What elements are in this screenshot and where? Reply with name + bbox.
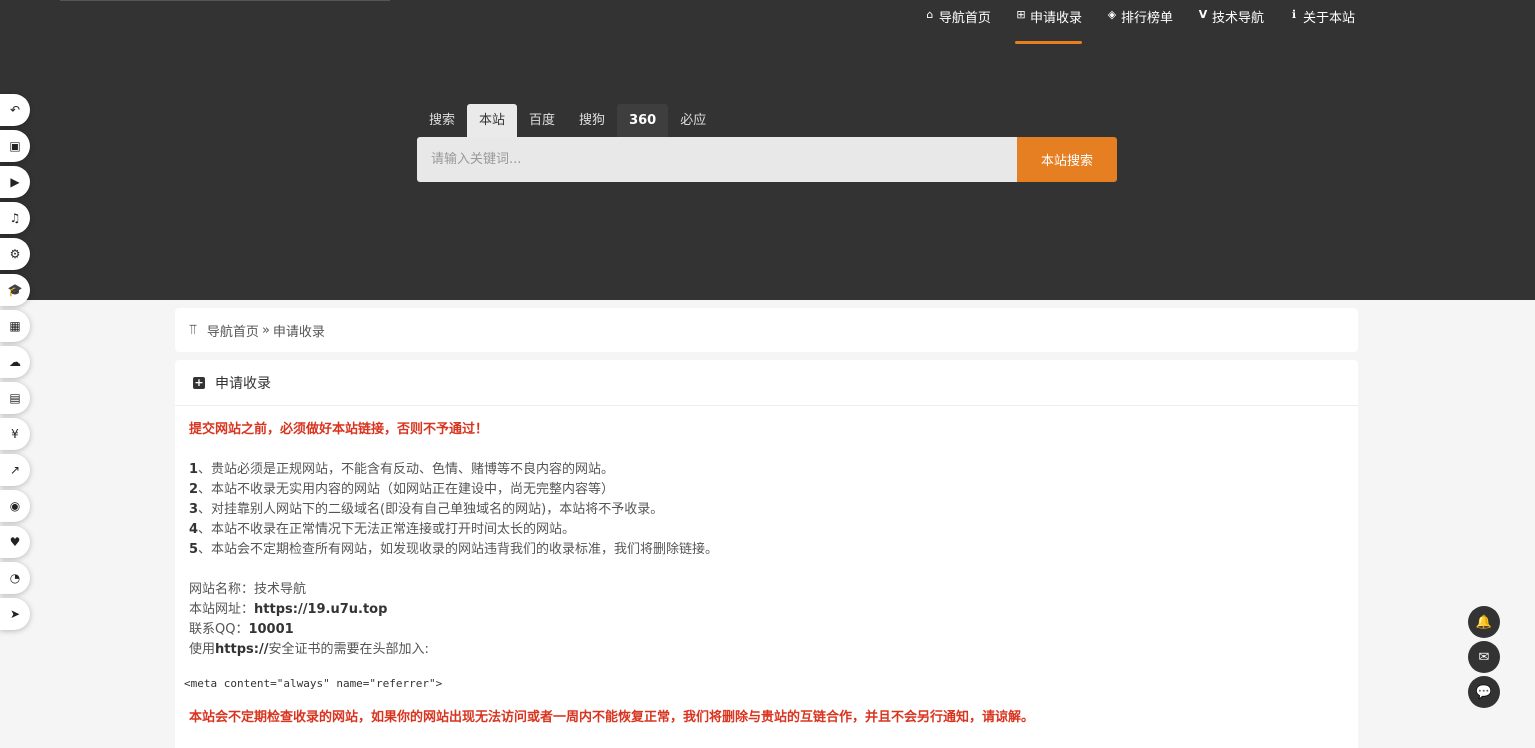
https-note-line: 使用https://安全证书的需要在头部加入: xyxy=(189,640,1344,660)
ranking-icon: ◈ xyxy=(1107,8,1117,21)
rule-number: 2 xyxy=(189,482,199,497)
qq-label: 联系QQ： xyxy=(189,622,249,637)
edge-browser-icon[interactable]: ◔ xyxy=(0,562,30,594)
card-body: 提交网站之前，必须做好本站链接，否则不予通过！ 1、贵站必须是正规网站，不能含有… xyxy=(175,406,1358,728)
search-engine-tabs: 搜索 本站 百度 搜狗 360 必应 xyxy=(417,104,718,137)
grid-icon[interactable]: ▦ xyxy=(0,310,30,342)
undo-icon[interactable]: ↶ xyxy=(0,94,30,126)
meta-code-snippet: <meta content="always" name="referrer"> xyxy=(184,677,443,690)
submission-card: + 申请收录 提交网站之前，必须做好本站链接，否则不予通过！ 1、贵站必须是正规… xyxy=(175,360,1358,748)
search-box: 本站搜索 xyxy=(417,137,1117,182)
https-suffix: 安全证书的需要在头部加入: xyxy=(268,642,429,657)
tab-search[interactable]: 搜索 xyxy=(417,104,467,137)
rule-item: 2、本站不收录无实用内容的网站（如网站正在建设中，尚无完整内容等） xyxy=(189,480,1344,500)
rule-text: 、贵站必须是正规网站，不能含有反动、色情、赌博等不良内容的网站。 xyxy=(198,462,615,477)
site-name-line: 网站名称：技术导航 xyxy=(189,580,1344,600)
breadcrumb: ⫪ 导航首页 » 申请收录 xyxy=(175,308,1358,352)
chart-line-icon[interactable]: ↗ xyxy=(0,454,30,486)
plus-square-icon: ⊞ xyxy=(1016,8,1026,21)
rule-text: 、对挂靠别人网站下的二级域名(即没有自己单独域名的网站)，本站将不予收录。 xyxy=(198,502,664,517)
tab-bing[interactable]: 必应 xyxy=(668,104,718,137)
rule-number: 4 xyxy=(189,522,199,537)
tab-this-site[interactable]: 本站 xyxy=(467,104,518,137)
site-url-label: 本站网址： xyxy=(189,602,255,617)
site-info: 网站名称：技术导航 本站网址：https://19.u7u.top 联系QQ：1… xyxy=(189,580,1344,660)
nav-tech-nav[interactable]: V 技术导航 xyxy=(1197,0,1264,44)
nav-submit-site[interactable]: ⊞ 申请收录 xyxy=(1014,0,1082,44)
rule-text: 、本站会不定期检查所有网站，如发现收录的网站违背我们的收录标准，我们将删除链接。 xyxy=(198,542,719,557)
rule-item: 4、本站不收录在正常情况下无法正常连接或打开时间太长的网站。 xyxy=(189,520,1344,540)
site-url-value: https://19.u7u.top xyxy=(254,602,388,617)
youtube-icon[interactable]: ▶ xyxy=(0,166,30,198)
bell-icon[interactable]: 🔔 xyxy=(1468,606,1500,638)
tab-baidu[interactable]: 百度 xyxy=(517,104,567,137)
rule-text: 、本站不收录无实用内容的网站（如网站正在建设中，尚无完整内容等） xyxy=(198,482,615,497)
qq-line: 联系QQ：10001 xyxy=(189,620,1344,640)
breadcrumb-separator: » xyxy=(261,322,270,338)
compass-icon[interactable]: ◉ xyxy=(0,490,30,522)
nav-ranking-label: 排行榜单 xyxy=(1120,11,1173,26)
card-header: + 申请收录 xyxy=(175,360,1358,406)
nav-home-label: 导航首页 xyxy=(938,11,991,26)
yen-icon[interactable]: ¥ xyxy=(0,418,30,450)
wechat-icon[interactable]: 💬 xyxy=(1468,676,1500,708)
heartbeat-icon[interactable]: ♥ xyxy=(0,526,30,558)
top-divider xyxy=(60,0,390,1)
rules-list: 1、贵站必须是正规网站，不能含有反动、色情、赌博等不良内容的网站。 2、本站不收… xyxy=(189,460,1344,560)
hero-header: ⌂ 导航首页 ⊞ 申请收录 ◈ 排行榜单 V 技术导航 ℹ 关于本站 搜索 本站… xyxy=(0,0,1535,300)
document-icon[interactable]: ▤ xyxy=(0,382,30,414)
music-icon[interactable]: ♫ xyxy=(0,202,30,234)
final-warning-text: 本站会不定期检查收录的网站，如果你的网站出现无法访问或者一周内不能恢复正常，我们… xyxy=(189,710,1035,725)
nav-about[interactable]: ℹ 关于本站 xyxy=(1288,0,1355,44)
rule-number: 1 xyxy=(189,462,199,477)
qq-value: 10001 xyxy=(248,622,294,637)
https-bold: https:// xyxy=(215,642,269,657)
rule-number: 5 xyxy=(189,542,199,557)
nav-submit-site-label: 申请收录 xyxy=(1029,11,1082,26)
floating-actions: 🔔 ✉ 💬 xyxy=(1468,606,1500,711)
left-sidebar: ↶ ▣ ▶ ♫ ⚙ 🎓 ▦ ☁ ▤ ¥ ↗ ◉ ♥ ◔ ➤ xyxy=(0,94,32,634)
site-name-label: 网站名称： xyxy=(189,582,255,597)
rule-item: 1、贵站必须是正规网站，不能含有反动、色情、赌博等不良内容的网站。 xyxy=(189,460,1344,480)
graduation-cap-icon[interactable]: 🎓 xyxy=(0,274,30,306)
plus-square-icon: + xyxy=(193,375,205,389)
nav-tech-nav-label: 技术导航 xyxy=(1211,11,1264,26)
home-icon: ⌂ xyxy=(926,8,934,21)
nav-ranking[interactable]: ◈ 排行榜单 xyxy=(1106,0,1173,44)
nav-home[interactable]: ⌂ 导航首页 xyxy=(924,0,991,44)
https-prefix: 使用 xyxy=(189,642,216,657)
tab-sogou[interactable]: 搜狗 xyxy=(567,104,617,137)
info-icon: ℹ xyxy=(1291,8,1297,21)
search-button[interactable]: 本站搜索 xyxy=(1017,137,1117,182)
rule-number: 3 xyxy=(189,502,199,517)
search-input[interactable] xyxy=(417,137,1017,182)
tab-360[interactable]: 360 xyxy=(617,104,669,137)
warning-text: 提交网站之前，必须做好本站链接，否则不予通过！ xyxy=(189,422,489,437)
site-url-line: 本站网址：https://19.u7u.top xyxy=(189,600,1344,620)
top-nav: ⌂ 导航首页 ⊞ 申请收录 ◈ 排行榜单 V 技术导航 ℹ 关于本站 xyxy=(924,0,1355,44)
breadcrumb-home[interactable]: 导航首页 xyxy=(207,321,259,340)
site-name-value: 技术导航 xyxy=(254,582,307,597)
branch-icon: ⫪ xyxy=(189,322,197,338)
cloud-icon[interactable]: ☁ xyxy=(0,346,30,378)
v-logo-icon: V xyxy=(1198,8,1208,21)
bicycle-icon[interactable]: ⚙ xyxy=(0,238,30,270)
rule-item: 3、对挂靠别人网站下的二级域名(即没有自己单独域名的网站)，本站将不予收录。 xyxy=(189,500,1344,520)
paper-plane-icon[interactable]: ➤ xyxy=(0,598,30,630)
breadcrumb-current: 申请收录 xyxy=(272,324,325,340)
rule-text: 、本站不收录在正常情况下无法正常连接或打开时间太长的网站。 xyxy=(198,522,576,537)
mail-icon[interactable]: ✉ xyxy=(1468,641,1500,673)
rule-item: 5、本站会不定期检查所有网站，如发现收录的网站违背我们的收录标准，我们将删除链接… xyxy=(189,540,1344,560)
nav-about-label: 关于本站 xyxy=(1302,11,1355,26)
bus-icon[interactable]: ▣ xyxy=(0,130,30,162)
card-title: 申请收录 xyxy=(215,375,271,392)
